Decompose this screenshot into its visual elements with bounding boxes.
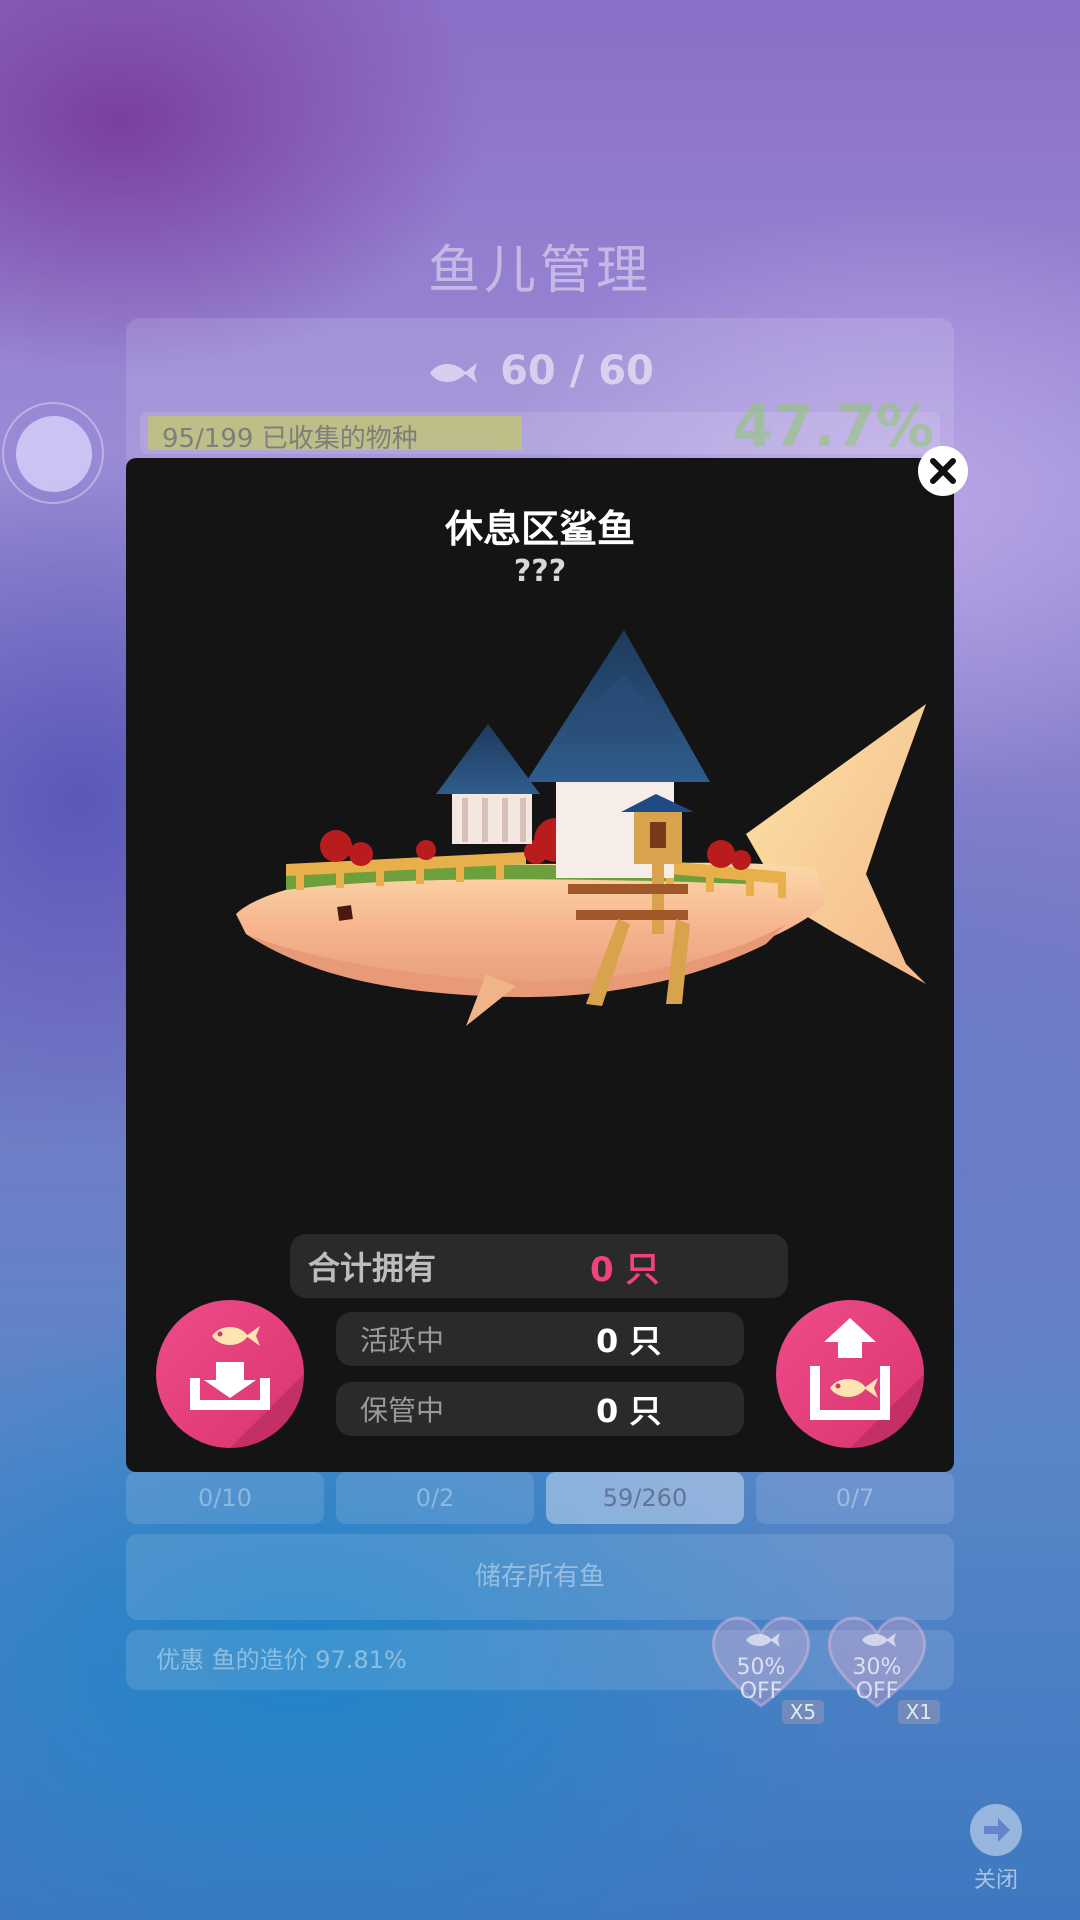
tab-category-4[interactable]: 0/7: [756, 1472, 954, 1524]
coupon-percent: 50%: [736, 1655, 786, 1680]
arrow-right-icon: [970, 1804, 1022, 1856]
total-owned-row: 合计拥有 0 只: [290, 1234, 788, 1298]
tab-category-2[interactable]: 0/2: [336, 1472, 534, 1524]
stored-row: 保管中 0 只: [336, 1382, 744, 1436]
active-label: 活跃中: [360, 1324, 445, 1357]
fish-name: 休息区鲨鱼: [444, 507, 635, 551]
side-menu-button[interactable]: [2, 402, 104, 504]
coupon-50[interactable]: 50% OFF X5: [706, 1610, 824, 1724]
store-all-button[interactable]: 储存所有鱼: [126, 1534, 954, 1620]
coupon-percent: 30%: [852, 1655, 902, 1680]
active-row: 活跃中 0 只: [336, 1312, 744, 1366]
fish-count: 60 / 60: [126, 348, 954, 394]
tab-category-1[interactable]: 0/10: [126, 1472, 324, 1524]
fish-release-icon: [810, 1318, 924, 1448]
stored-label: 保管中: [360, 1394, 445, 1427]
page-title: 鱼儿管理: [427, 241, 652, 301]
total-owned-label: 合计拥有: [308, 1249, 437, 1287]
coupon-off: OFF: [739, 1679, 783, 1704]
collection-progress-text: 95/199 已收集的物种: [162, 424, 418, 454]
exit-label: 关闭: [973, 1868, 1018, 1893]
fish-detail-modal: 休息区鲨鱼 ??? 合计拥有 0 只 活跃中 0 只 保管中 0 只: [126, 458, 954, 1472]
close-icon: [930, 458, 956, 484]
stored-value: 0 只: [596, 1392, 662, 1430]
active-value: 0 只: [596, 1322, 662, 1360]
fish-store-icon: [190, 1326, 304, 1448]
exit-button[interactable]: 关闭: [966, 1804, 1026, 1894]
coupon-30[interactable]: 30% OFF X1: [822, 1610, 940, 1724]
modal-close-button[interactable]: [918, 446, 968, 496]
tab-category-3[interactable]: 59/260: [546, 1472, 744, 1524]
fish-description: ???: [513, 554, 567, 589]
shark-illustration: [236, 630, 926, 1026]
fish-count-text: 60 / 60: [500, 348, 654, 394]
total-owned-value: 0 只: [590, 1249, 660, 1290]
coupon-multiplier: X5: [781, 1700, 824, 1724]
coupon-off: OFF: [855, 1679, 899, 1704]
side-menu-knob: [16, 416, 92, 492]
fish-icon: [430, 363, 478, 383]
coupon-multiplier: X1: [897, 1700, 940, 1724]
store-fish-button[interactable]: [156, 1300, 304, 1448]
collection-percent: 47.7%: [732, 392, 934, 460]
release-fish-button[interactable]: [776, 1300, 924, 1448]
category-tabs: 0/10 0/2 59/260 0/7: [126, 1472, 954, 1524]
